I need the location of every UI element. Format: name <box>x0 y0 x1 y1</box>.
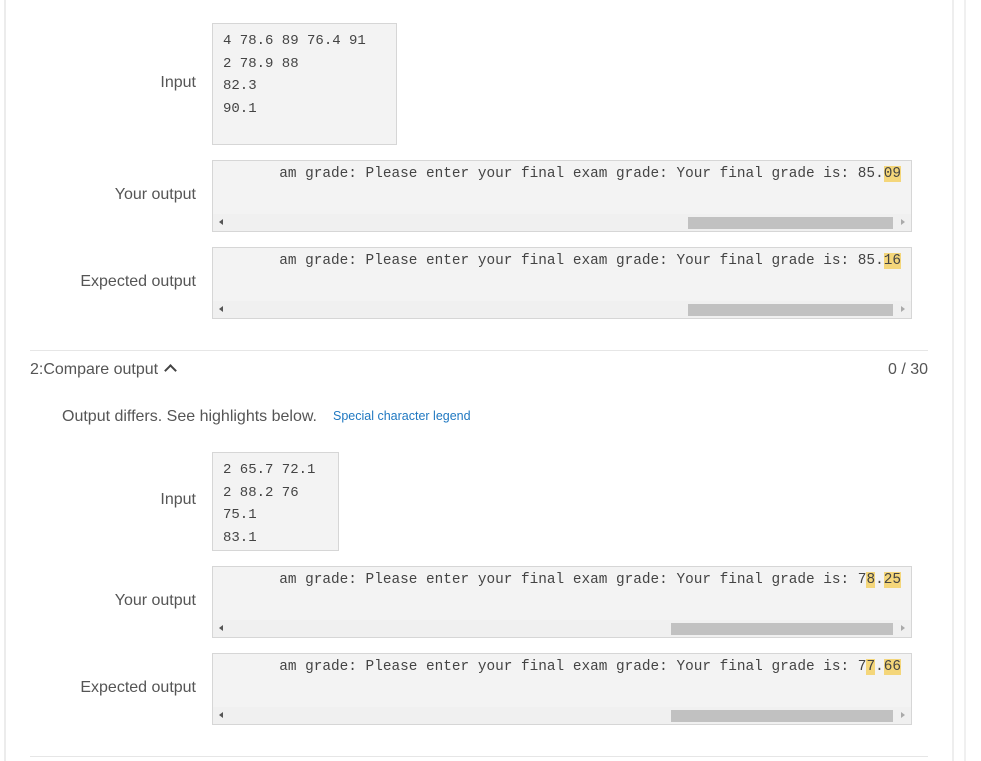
your-output-label: Your output <box>114 186 196 203</box>
input-label: Input <box>160 491 196 508</box>
diff-highlight: 8 <box>866 572 876 588</box>
scroll-left-icon[interactable] <box>219 219 223 225</box>
panel-left-border <box>4 0 6 761</box>
test-input-box: 2 65.7 72.1 2 88.2 76 75.1 83.1 <box>212 452 339 551</box>
test-input-box: 4 78.6 89 76.4 91 2 78.9 88 82.3 90.1 <box>212 23 397 145</box>
scroll-left-icon[interactable] <box>219 306 223 312</box>
scroll-left-icon[interactable] <box>219 712 223 718</box>
horizontal-scrollbar[interactable] <box>213 301 911 318</box>
expected-output-text: am grade: Please enter your final exam g… <box>279 253 901 269</box>
expected-output-box: am grade: Please enter your final exam g… <box>212 247 912 319</box>
scroll-right-icon[interactable] <box>901 712 905 718</box>
page-scrollbar-track[interactable] <box>964 0 966 761</box>
diff-highlight: 16 <box>883 253 901 269</box>
scrollbar-thumb[interactable] <box>688 304 893 316</box>
panel-right-border <box>952 0 954 761</box>
diff-highlight: 09 <box>883 166 901 182</box>
scrollbar-thumb[interactable] <box>671 623 893 635</box>
section-divider <box>30 756 928 757</box>
diff-highlight: 66 <box>883 659 901 675</box>
scroll-right-icon[interactable] <box>901 625 905 631</box>
scroll-right-icon[interactable] <box>901 306 905 312</box>
expected-output-text: am grade: Please enter your final exam g… <box>279 659 901 675</box>
output-text-plain: . <box>875 572 884 588</box>
output-text-plain: am grade: Please enter your final exam g… <box>279 572 867 588</box>
horizontal-scrollbar[interactable] <box>213 707 911 724</box>
scroll-right-icon[interactable] <box>901 219 905 225</box>
scroll-left-icon[interactable] <box>219 625 223 631</box>
special-character-legend-link[interactable]: Special character legend <box>333 409 471 423</box>
chevron-up-icon <box>164 364 177 377</box>
section-divider <box>30 350 928 351</box>
horizontal-scrollbar[interactable] <box>213 214 911 231</box>
test-header-toggle[interactable]: 2:Compare output <box>30 361 177 379</box>
expected-output-box: am grade: Please enter your final exam g… <box>212 653 912 725</box>
your-output-text: am grade: Please enter your final exam g… <box>279 572 901 588</box>
output-text-plain: am grade: Please enter your final exam g… <box>279 253 884 269</box>
output-text-plain: am grade: Please enter your final exam g… <box>279 659 867 675</box>
output-differs-message: Output differs. See highlights below. <box>62 408 317 425</box>
expected-output-label: Expected output <box>80 273 196 290</box>
diff-highlight: 25 <box>883 572 901 588</box>
your-output-label: Your output <box>114 592 196 609</box>
input-label: Input <box>160 74 196 91</box>
diff-highlight: 7 <box>866 659 876 675</box>
test-title: 2:Compare output <box>30 361 159 378</box>
expected-output-label: Expected output <box>80 679 196 696</box>
scrollbar-thumb[interactable] <box>688 217 893 229</box>
scrollbar-thumb[interactable] <box>671 710 893 722</box>
output-text-plain: am grade: Please enter your final exam g… <box>279 166 884 182</box>
horizontal-scrollbar[interactable] <box>213 620 911 637</box>
your-output-box: am grade: Please enter your final exam g… <box>212 566 912 638</box>
your-output-text: am grade: Please enter your final exam g… <box>279 166 901 182</box>
output-text-plain: . <box>875 659 884 675</box>
your-output-box: am grade: Please enter your final exam g… <box>212 160 912 232</box>
test-score: 0 / 30 <box>887 361 928 378</box>
